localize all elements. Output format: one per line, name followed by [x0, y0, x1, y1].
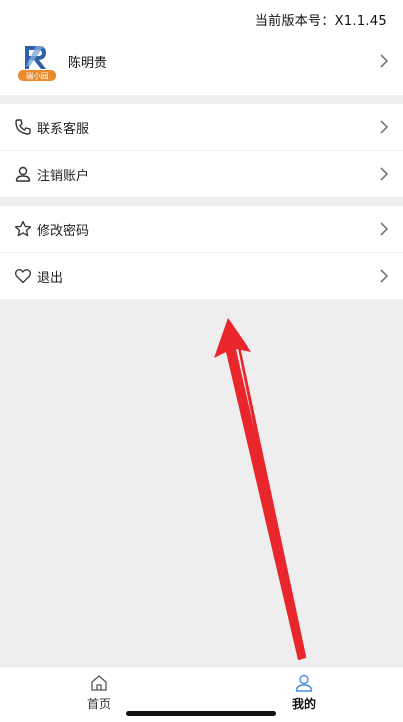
menu-item-label: 注销账户: [37, 168, 90, 184]
menu-group-account: 修改密码 退出: [0, 206, 403, 299]
menu-item-change-password[interactable]: 修改密码: [0, 206, 403, 252]
chevron-right-icon: [380, 222, 389, 236]
top-area: 当前版本号：X1.1.45 瑞小园 陈明贵: [0, 0, 403, 95]
menu-item-cancel-account[interactable]: 注销账户: [0, 150, 403, 197]
chevron-right-icon: [380, 120, 389, 134]
user-icon: [15, 166, 31, 182]
chevron-right-icon: [380, 269, 389, 283]
phone-icon: [15, 119, 31, 135]
menu-item-contact-service[interactable]: 联系客服: [0, 104, 403, 150]
star-icon: [14, 220, 32, 237]
profile-row[interactable]: 瑞小园 陈明贵: [0, 38, 403, 84]
chevron-right-icon: [380, 167, 389, 181]
user-name: 陈明贵: [68, 56, 108, 71]
version-text: 当前版本号：X1.1.45: [254, 14, 387, 29]
menu-group-service: 联系客服 注销账户: [0, 104, 403, 197]
tab-home[interactable]: 首页: [69, 673, 129, 712]
menu-item-label: 联系客服: [37, 121, 90, 137]
menu-item-label: 退出: [37, 270, 64, 286]
profile-icon: [295, 674, 313, 692]
home-icon: [91, 675, 107, 691]
logo-text: 瑞小园: [26, 71, 49, 81]
menu-item-label: 修改密码: [37, 223, 90, 239]
tab-home-label: 首页: [86, 697, 111, 711]
tab-mine[interactable]: 我的: [274, 673, 334, 712]
menu-item-logout[interactable]: 退出: [0, 252, 403, 299]
tab-mine-label: 我的: [291, 697, 316, 711]
app-logo: 瑞小园: [16, 40, 58, 82]
heart-icon: [14, 269, 32, 284]
chevron-right-icon: [380, 54, 389, 68]
home-indicator: [126, 711, 276, 716]
